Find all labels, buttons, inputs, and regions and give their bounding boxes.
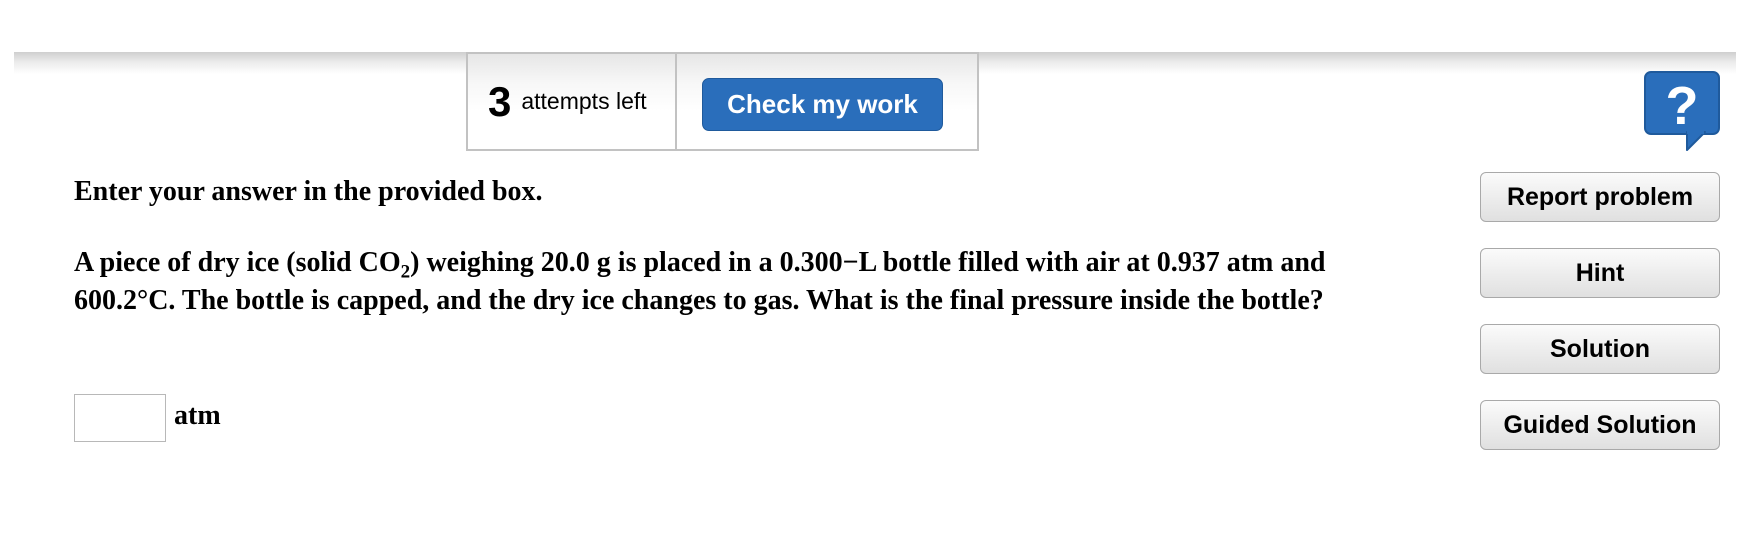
guided-solution-button[interactable]: Guided Solution xyxy=(1480,400,1720,450)
instruction-text: Enter your answer in the provided box. xyxy=(74,176,543,207)
report-problem-button[interactable]: Report problem xyxy=(1480,172,1720,222)
check-my-work-button[interactable]: Check my work xyxy=(702,78,943,131)
hint-button[interactable]: Hint xyxy=(1480,248,1720,298)
solution-button[interactable]: Solution xyxy=(1480,324,1720,374)
question-text-part1: A piece of dry ice (solid CO xyxy=(74,247,401,278)
attempts-count: 3 xyxy=(488,77,512,125)
question-text: A piece of dry ice (solid CO2) weighing … xyxy=(74,244,1394,320)
question-subscript: 2 xyxy=(400,261,411,283)
help-question-icon[interactable]: ? xyxy=(1643,70,1721,152)
attempts-counter: 3 attempts left xyxy=(466,52,677,151)
help-glyph: ? xyxy=(1666,76,1699,136)
answer-unit-label: atm xyxy=(174,400,221,431)
attempts-label: attempts left xyxy=(521,88,647,114)
check-work-panel: Check my work xyxy=(677,52,979,151)
answer-input[interactable] xyxy=(74,394,166,442)
